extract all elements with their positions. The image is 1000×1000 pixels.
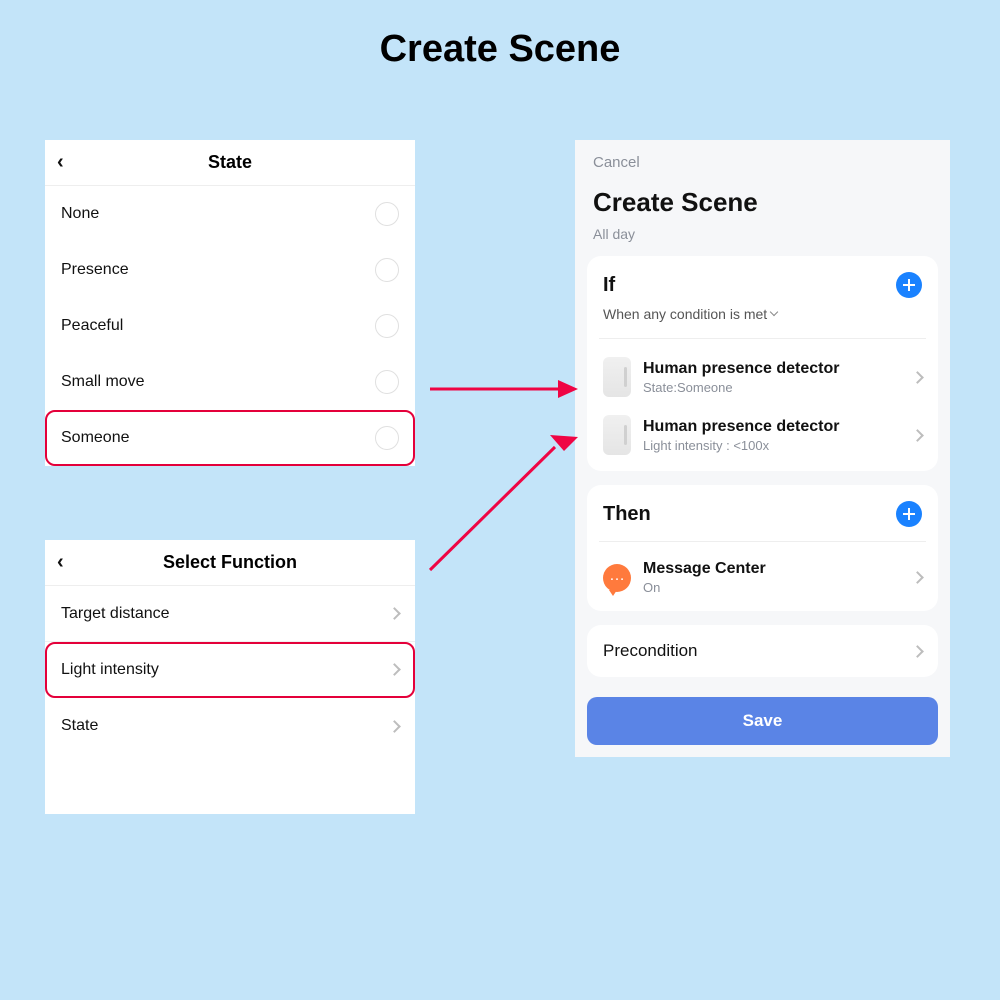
function-option-label: Target distance [61,605,390,623]
divider [599,338,926,339]
function-title: Select Function [57,552,403,573]
state-option-small-move[interactable]: Small move [45,354,415,410]
function-state[interactable]: State [45,698,415,754]
state-option-someone[interactable]: Someone [45,410,415,466]
chevron-right-icon [388,663,401,676]
function-target-distance[interactable]: Target distance [45,586,415,642]
chevron-right-icon [911,571,924,584]
state-option-peaceful[interactable]: Peaceful [45,298,415,354]
radio-icon[interactable] [375,314,399,338]
state-option-label: Peaceful [61,317,375,335]
device-icon [603,357,631,397]
rule-device-name: Human presence detector [643,360,901,378]
if-rule-light[interactable]: Human presence detector Light intensity … [603,415,922,455]
cancel-button[interactable]: Cancel [593,154,932,171]
radio-icon[interactable] [375,426,399,450]
radio-icon[interactable] [375,202,399,226]
precondition-label: Precondition [603,641,698,661]
add-condition-icon[interactable] [896,272,922,298]
then-card: Then Message Center On [587,485,938,611]
state-option-label: None [61,205,375,223]
state-option-presence[interactable]: Presence [45,242,415,298]
if-title: If [603,274,615,297]
arrow-icon [430,374,580,404]
then-title: Then [603,503,651,526]
function-light-intensity[interactable]: Light intensity [45,642,415,698]
rule-detail: Light intensity : <100x [643,438,901,453]
condition-mode-label: When any condition is met [603,306,767,322]
action-name: Message Center [643,560,901,578]
precondition-row[interactable]: Precondition [587,625,938,677]
rule-device-name: Human presence detector [643,418,901,436]
action-detail: On [643,580,901,595]
device-icon [603,415,631,455]
arrow-icon [430,435,580,575]
chevron-right-icon [388,720,401,733]
function-header: ‹ Select Function [45,540,415,586]
function-panel: ‹ Select Function Target distance Light … [45,540,415,814]
chevron-right-icon [911,371,924,384]
chevron-right-icon [911,645,924,658]
state-option-none[interactable]: None [45,186,415,242]
radio-icon[interactable] [375,370,399,394]
state-option-label: Someone [61,429,375,447]
message-icon [603,564,631,592]
chevron-down-icon [770,308,778,316]
divider [599,541,926,542]
function-option-label: State [61,717,390,735]
chevron-right-icon [388,607,401,620]
state-option-label: Small move [61,373,375,391]
state-header: ‹ State [45,140,415,186]
state-title: State [57,152,403,173]
state-option-label: Presence [61,261,375,279]
scene-title: Create Scene [593,187,932,218]
save-button[interactable]: Save [587,697,938,745]
rule-detail: State:Someone [643,380,901,395]
function-option-label: Light intensity [61,661,390,679]
chevron-right-icon [911,429,924,442]
state-panel: ‹ State None Presence Peaceful Small mov… [45,140,415,466]
if-card: If When any condition is met Human prese… [587,256,938,471]
page-title: Create Scene [0,28,1000,71]
add-action-icon[interactable] [896,501,922,527]
radio-icon[interactable] [375,258,399,282]
condition-mode-dropdown[interactable]: When any condition is met [603,306,777,322]
if-rule-state[interactable]: Human presence detector State:Someone [603,357,922,397]
scene-schedule[interactable]: All day [593,226,932,242]
create-scene-panel: Cancel Create Scene All day If When any … [575,140,950,757]
then-action-message-center[interactable]: Message Center On [603,560,922,595]
